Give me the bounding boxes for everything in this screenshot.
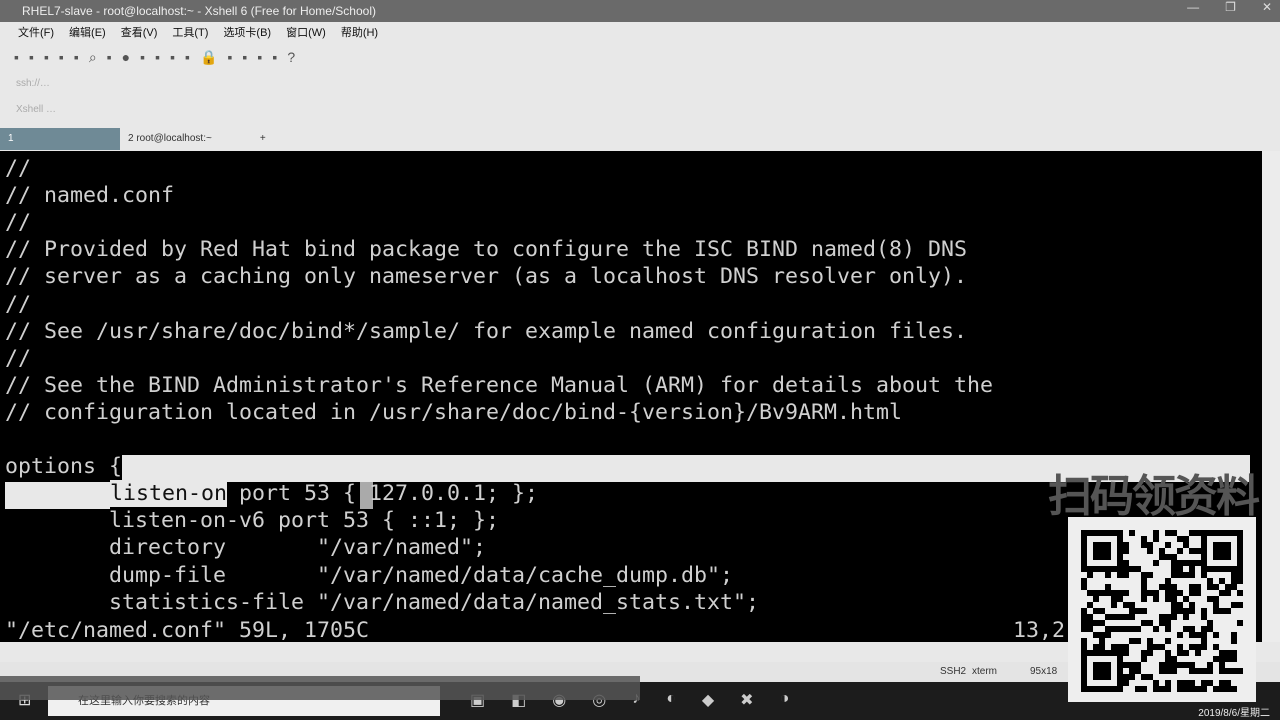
overlay-bar: [0, 676, 640, 700]
hint-bar: Xshell …: [16, 104, 57, 115]
script-icon[interactable]: ▪: [242, 49, 247, 66]
tab-session-2[interactable]: 2 root@localhost:~: [120, 128, 252, 150]
lock-icon[interactable]: 🔒: [200, 49, 217, 66]
terminal-line: listen-on port 53 { 127.0.0.1; };: [5, 481, 539, 507]
find-icon[interactable]: ⌕: [89, 49, 97, 66]
window-title: RHEL7-slave - root@localhost:~ - Xshell …: [0, 0, 1280, 22]
menu-item[interactable]: 选项卡(B): [223, 24, 271, 42]
menu-item[interactable]: 查看(V): [121, 24, 158, 42]
terminal-line: //: [5, 156, 32, 181]
clock: 2019/8/6/星期二: [1198, 708, 1270, 719]
add-tab-button[interactable]: +: [252, 128, 306, 150]
terminal-line: //: [5, 291, 32, 317]
font-icon[interactable]: ▪: [140, 49, 145, 66]
new-session-icon[interactable]: ▪: [14, 49, 19, 66]
terminal-line: //: [5, 210, 32, 236]
open-icon[interactable]: ▪: [29, 49, 34, 66]
reconnect-icon[interactable]: ▪: [44, 49, 49, 66]
terminal-line: // configuration located in /usr/share/d…: [5, 399, 903, 425]
xftp-icon[interactable]: ▪: [155, 49, 160, 66]
help-icon[interactable]: ?: [287, 49, 295, 66]
toolbar: ▪ ▪ ▪ ▪ ▪ ⌕ ▪ ● ▪ ▪ ▪ ▪ 🔒 ▪ ▪ ▪ ▪?: [14, 49, 295, 66]
selected-text: listen-on: [110, 480, 228, 508]
address-bar[interactable]: ssh://…: [16, 78, 50, 89]
app-icon[interactable]: ◐: [666, 690, 676, 710]
terminal-line: listen-on-v6 port 53 { ::1; };: [5, 508, 500, 534]
fullscreen-icon[interactable]: ▪: [185, 49, 190, 66]
terminal-line: // Provided by Red Hat bind package to c…: [5, 237, 968, 263]
menu-item[interactable]: 帮助(H): [341, 24, 378, 42]
terminal-line: // named.conf: [5, 183, 175, 209]
properties-icon[interactable]: ▪: [74, 49, 79, 66]
terminal-type: xterm: [972, 666, 997, 677]
close-button[interactable]: ✕: [1262, 0, 1272, 14]
keyboard-icon[interactable]: ▪: [227, 49, 232, 66]
menubar: 文件(F) 编辑(E) 查看(V) 工具(T) 选项卡(B) 窗口(W) 帮助(H): [18, 24, 378, 42]
terminal-line: directory "/var/named";: [5, 535, 487, 561]
window-controls: — ❐ ✕: [1187, 0, 1272, 14]
app-icon[interactable]: ◆: [702, 690, 714, 710]
copy-icon[interactable]: ▪: [107, 49, 112, 66]
qr-code: [1068, 517, 1256, 702]
globe-icon[interactable]: ●: [122, 49, 130, 66]
xagent-icon[interactable]: ▪: [170, 49, 175, 66]
menu-item[interactable]: 工具(T): [172, 24, 208, 42]
new-tab-icon[interactable]: ▪: [257, 49, 262, 66]
terminal-line: // server as a caching only nameserver (…: [5, 264, 968, 290]
maximize-button[interactable]: ❐: [1225, 0, 1236, 14]
terminal-line: statistics-file "/var/named/data/named_s…: [5, 589, 760, 615]
session-tabs: 1 root@localhost:~ 2 root@localhost:~ +: [0, 128, 1280, 166]
menu-item[interactable]: 文件(F): [18, 24, 54, 42]
disconnect-icon[interactable]: ▪: [59, 49, 64, 66]
watermark: 扫码领资料: [1048, 472, 1260, 521]
minimize-button[interactable]: —: [1187, 0, 1199, 14]
tab-session-1[interactable]: 1 root@localhost:~: [0, 128, 120, 166]
menu-item[interactable]: 编辑(E): [69, 24, 106, 42]
terminal-line: //: [5, 345, 32, 371]
terminal-line: // See /usr/share/doc/bind*/sample/ for …: [5, 318, 968, 344]
terminal-size: 95x18: [1030, 666, 1058, 677]
terminal-line: // See the BIND Administrator's Referenc…: [5, 372, 994, 398]
scrollbar[interactable]: [1262, 151, 1280, 642]
app-icon[interactable]: ✖: [740, 690, 753, 710]
layout-icon[interactable]: ▪: [272, 49, 277, 66]
vi-cursor-position: 13,2: [1013, 618, 1066, 642]
vi-status-left: "/etc/named.conf" 59L, 1705C: [5, 618, 370, 642]
terminal-line: dump-file "/var/named/data/cache_dump.db…: [5, 562, 734, 588]
app-icon[interactable]: ◑: [780, 690, 790, 710]
protocol: SSH2: [940, 666, 967, 677]
menu-item[interactable]: 窗口(W): [286, 24, 326, 42]
terminal-line: options {: [5, 454, 123, 480]
